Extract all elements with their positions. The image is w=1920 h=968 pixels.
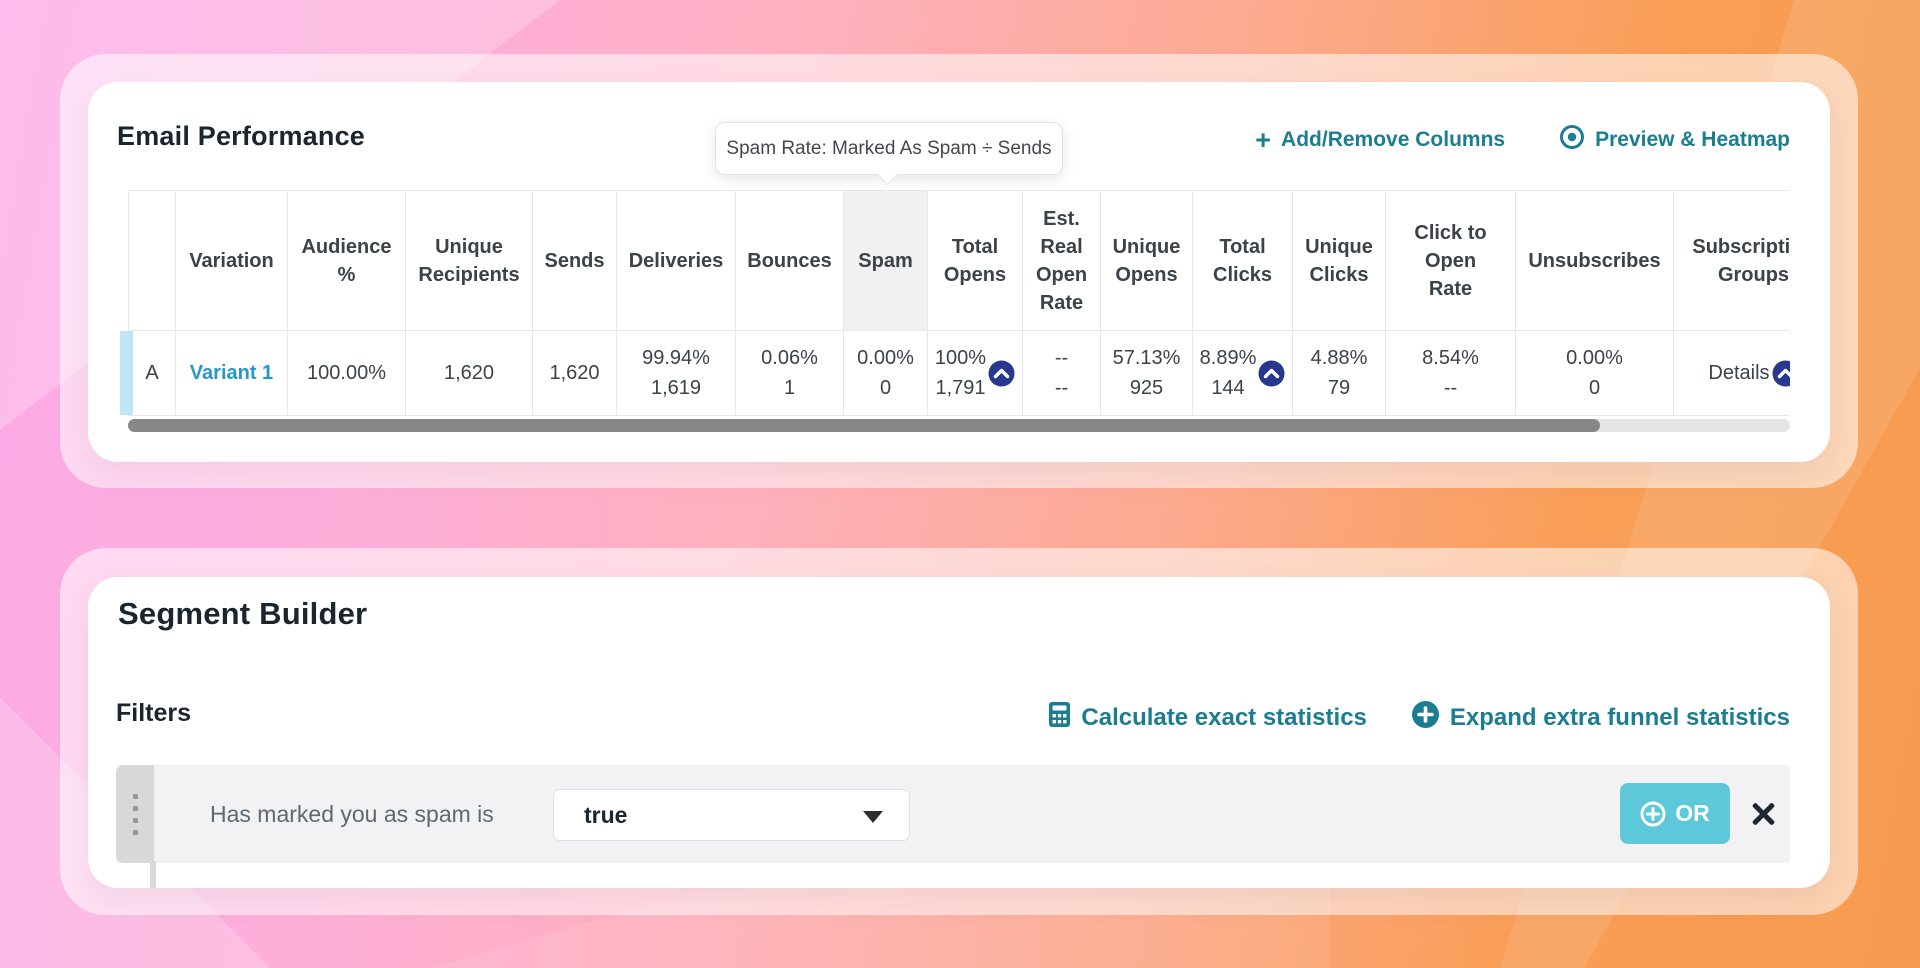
total-opens-rate: 100% <box>935 343 986 373</box>
tooltip-text: Spam Rate: Marked As Spam ÷ Sends <box>726 138 1051 160</box>
filter-value-dropdown[interactable]: true <box>553 789 910 841</box>
variant-link[interactable]: Variant 1 <box>190 362 273 384</box>
col-header-total-opens[interactable]: Total Opens <box>928 191 1023 331</box>
col-header-spam[interactable]: Spam <box>844 191 928 331</box>
col-header-sends[interactable]: Sends <box>533 191 617 331</box>
preview-heatmap-button[interactable]: Preview & Heatmap <box>1559 124 1790 156</box>
col-header-unsubscribes[interactable]: Unsubscribes <box>1516 191 1674 331</box>
col-header-variation[interactable]: Variation <box>176 191 288 331</box>
est-real-open-rate: -- <box>1027 343 1096 373</box>
cell-audience: 100.00% <box>288 331 406 416</box>
drag-dot <box>133 806 138 811</box>
col-header-unique-recipients[interactable]: Unique Recipients <box>406 191 533 331</box>
cell-spam: 0.00% 0 <box>844 331 928 416</box>
cell-unique-opens: 57.13% 925 <box>1101 331 1193 416</box>
plus-circle-icon <box>1411 700 1440 736</box>
col-header-est-real-open-rate[interactable]: Est. Real Open Rate <box>1023 191 1101 331</box>
col-header-audience[interactable]: Audience % <box>288 191 406 331</box>
cell-subscription-groups: Details <box>1674 331 1791 416</box>
add-or-condition-button[interactable]: OR <box>1620 783 1730 844</box>
horizontal-scrollbar-track[interactable] <box>128 419 1790 432</box>
spam-rate: 0.00% <box>848 343 923 373</box>
col-header-unique-clicks[interactable]: Unique Clicks <box>1293 191 1386 331</box>
details-link[interactable]: Details <box>1708 358 1769 388</box>
bounces-rate: 0.06% <box>740 343 839 373</box>
cell-sends: 1,620 <box>533 331 617 416</box>
unique-clicks-count: 79 <box>1297 373 1381 403</box>
eye-icon <box>1559 124 1585 156</box>
calculator-icon <box>1048 701 1071 735</box>
click-to-open-rate: 8.54% <box>1390 343 1511 373</box>
cell-total-clicks: 8.89% 144 <box>1193 331 1293 416</box>
filter-condition-text: Has marked you as spam is <box>210 765 494 863</box>
est-real-open-count: -- <box>1027 373 1096 403</box>
click-to-open-count: -- <box>1390 373 1511 403</box>
col-header-total-clicks[interactable]: Total Clicks <box>1193 191 1293 331</box>
unique-opens-count: 925 <box>1105 373 1188 403</box>
col-header-unique-opens[interactable]: Unique Opens <box>1101 191 1193 331</box>
drag-dot <box>133 794 138 799</box>
deliveries-rate: 99.94% <box>621 343 731 373</box>
drag-dot <box>133 818 138 823</box>
unsubscribes-rate: 0.00% <box>1520 343 1669 373</box>
plus-icon: + <box>1255 130 1271 150</box>
segment-builder-title: Segment Builder <box>118 596 367 632</box>
filters-label: Filters <box>116 699 191 728</box>
cell-click-to-open-rate: 8.54% -- <box>1386 331 1516 416</box>
add-remove-columns-button[interactable]: + Add/Remove Columns <box>1255 128 1505 152</box>
filter-connector-line <box>150 861 156 888</box>
total-opens-count: 1,791 <box>935 373 986 403</box>
or-button-label: OR <box>1675 800 1710 827</box>
calculate-exact-statistics-label: Calculate exact statistics <box>1081 704 1366 732</box>
cell-est-real-open-rate: -- -- <box>1023 331 1101 416</box>
remove-filter-close-icon[interactable] <box>1750 801 1776 827</box>
preview-heatmap-label: Preview & Heatmap <box>1595 128 1790 152</box>
plus-circle-icon <box>1640 801 1666 827</box>
unsubscribes-count: 0 <box>1520 373 1669 403</box>
filter-row: Has marked you as spam is true OR <box>116 765 1790 863</box>
col-header-click-to-open-rate[interactable]: Click to Open Rate <box>1386 191 1516 331</box>
calculate-exact-statistics-button[interactable]: Calculate exact statistics <box>1048 701 1366 735</box>
page-background: Email Performance + Add/Remove Columns P… <box>0 0 1920 968</box>
cell-bounces: 0.06% 1 <box>736 331 844 416</box>
total-clicks-rate: 8.89% <box>1200 343 1257 373</box>
total-clicks-count: 144 <box>1200 373 1257 403</box>
bounces-count: 1 <box>740 373 839 403</box>
cell-unique-clicks: 4.88% 79 <box>1293 331 1386 416</box>
email-performance-actions: + Add/Remove Columns Preview & Heatmap <box>1255 124 1790 156</box>
deliveries-count: 1,619 <box>621 373 731 403</box>
horizontal-scrollbar-thumb[interactable] <box>128 419 1600 432</box>
email-performance-title: Email Performance <box>117 121 365 152</box>
selected-row-accent <box>120 331 133 415</box>
unique-opens-rate: 57.13% <box>1105 343 1188 373</box>
filter-drag-handle[interactable] <box>116 765 154 863</box>
expand-chevron-icon[interactable] <box>988 360 1015 387</box>
expand-funnel-statistics-label: Expand extra funnel statistics <box>1450 704 1790 732</box>
variation-marker: A <box>129 331 176 416</box>
cell-unsubscribes: 0.00% 0 <box>1516 331 1674 416</box>
expand-funnel-statistics-button[interactable]: Expand extra funnel statistics <box>1411 700 1790 736</box>
email-performance-table: Variation Audience % Unique Recipients S… <box>128 190 1790 416</box>
expand-chevron-icon[interactable] <box>1772 360 1790 387</box>
add-remove-columns-label: Add/Remove Columns <box>1281 128 1505 152</box>
unique-clicks-rate: 4.88% <box>1297 343 1381 373</box>
cell-unique-recipients: 1,620 <box>406 331 533 416</box>
spam-count: 0 <box>848 373 923 403</box>
cell-total-opens: 100% 1,791 <box>928 331 1023 416</box>
col-header-marker <box>129 191 176 331</box>
chevron-down-icon <box>863 811 883 823</box>
table-header-row: Variation Audience % Unique Recipients S… <box>129 191 1791 331</box>
segment-builder-actions: Calculate exact statistics Expand extra … <box>1048 700 1790 736</box>
cell-deliveries: 99.94% 1,619 <box>617 331 736 416</box>
col-header-deliveries[interactable]: Deliveries <box>617 191 736 331</box>
expand-chevron-icon[interactable] <box>1258 360 1285 387</box>
table-row-variant-a: A Variant 1 100.00% 1,620 1,620 99.94% 1… <box>129 331 1791 416</box>
col-header-subscription-groups[interactable]: Subscription Groups <box>1674 191 1791 331</box>
col-header-bounces[interactable]: Bounces <box>736 191 844 331</box>
dropdown-selected-value: true <box>584 802 627 829</box>
drag-dot <box>133 830 138 835</box>
spam-rate-tooltip: Spam Rate: Marked As Spam ÷ Sends <box>715 122 1063 175</box>
